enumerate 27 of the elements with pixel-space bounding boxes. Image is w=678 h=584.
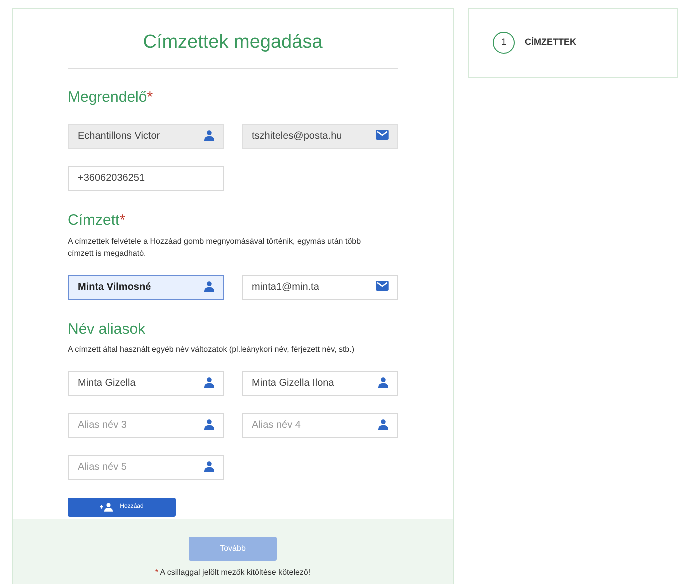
- person-icon: [204, 461, 215, 472]
- section-description: A címzettek felvétele a Hozzáad gomb megnyomásával történik, egymás után több címzett is megadható.: [68, 236, 362, 260]
- envelope-icon: [376, 280, 389, 290]
- person-icon: [378, 419, 389, 430]
- envelope-icon: [376, 130, 389, 140]
- name-field[interactable]: Minta Gizella: [68, 371, 224, 396]
- name-field[interactable]: Minta Gizella Ilona: [242, 371, 398, 396]
- person-icon: [204, 130, 215, 141]
- email-field[interactable]: minta1@min.ta: [242, 274, 398, 300]
- person-icon: [204, 419, 215, 430]
- name-field[interactable]: Alias név 3: [68, 413, 224, 438]
- section-heading: Címzett*: [68, 211, 127, 231]
- person-icon: [378, 377, 389, 388]
- section-heading: Megrendelő*: [68, 88, 154, 108]
- required-fields-note: * A csillaggal jelölt mezők kitöltése kötelező!: [155, 567, 311, 579]
- form-title: Címzettek megadása: [68, 29, 398, 68]
- name-field[interactable]: Alias név 5: [68, 455, 224, 480]
- phone-field[interactable]: +36062036251: [68, 166, 224, 191]
- step-number: 1: [493, 32, 515, 54]
- add-person-icon: [100, 503, 114, 512]
- step-label: CÍMZETTEK: [525, 36, 576, 50]
- person-icon: [204, 377, 215, 388]
- section-description: A címzett által használt egyéb név változatok (pl.leánykori név, férjezett név, stb.): [68, 344, 356, 356]
- name-field[interactable]: Alias név 4: [242, 413, 398, 438]
- person-icon: [204, 280, 215, 292]
- section-heading: Név aliasok: [68, 320, 147, 340]
- name-field[interactable]: Minta Vilmosné: [68, 274, 224, 300]
